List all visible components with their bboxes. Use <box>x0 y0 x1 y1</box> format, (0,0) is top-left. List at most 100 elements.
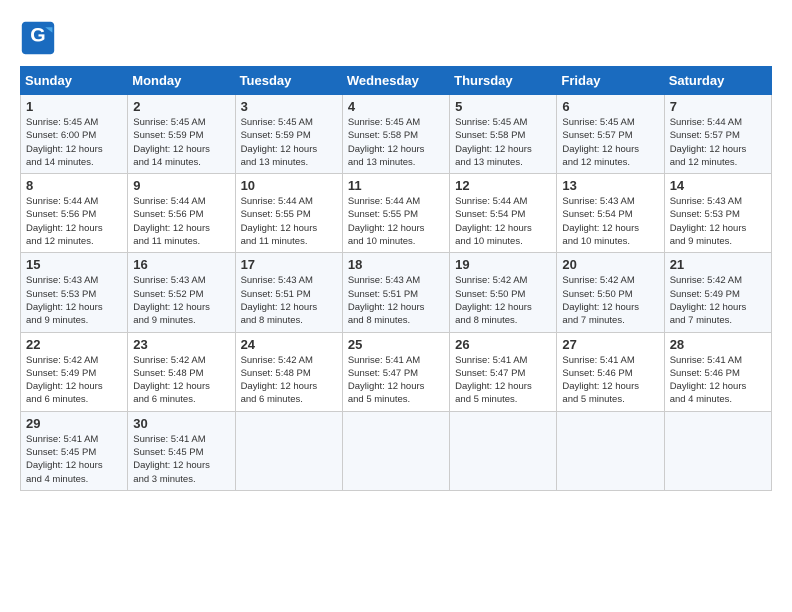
day-info: Sunrise: 5:45 AM Sunset: 5:59 PM Dayligh… <box>241 116 337 169</box>
day-number: 8 <box>26 178 122 193</box>
day-number: 12 <box>455 178 551 193</box>
calendar-week-row: 29 Sunrise: 5:41 AM Sunset: 5:45 PM Dayli… <box>21 411 772 490</box>
weekday-header: Sunday <box>21 67 128 95</box>
calendar-cell: 1 Sunrise: 5:45 AM Sunset: 6:00 PM Daylig… <box>21 95 128 174</box>
weekday-header: Thursday <box>450 67 557 95</box>
calendar-cell: 13 Sunrise: 5:43 AM Sunset: 5:54 PM Dayli… <box>557 174 664 253</box>
day-info: Sunrise: 5:43 AM Sunset: 5:54 PM Dayligh… <box>562 195 658 248</box>
logo-icon: G <box>20 20 56 56</box>
day-number: 1 <box>26 99 122 114</box>
calendar-cell: 19 Sunrise: 5:42 AM Sunset: 5:50 PM Dayli… <box>450 253 557 332</box>
day-number: 20 <box>562 257 658 272</box>
svg-text:G: G <box>30 25 45 47</box>
day-info: Sunrise: 5:44 AM Sunset: 5:55 PM Dayligh… <box>348 195 444 248</box>
day-number: 9 <box>133 178 229 193</box>
day-info: Sunrise: 5:42 AM Sunset: 5:50 PM Dayligh… <box>562 274 658 327</box>
day-info: Sunrise: 5:43 AM Sunset: 5:53 PM Dayligh… <box>670 195 766 248</box>
day-info: Sunrise: 5:45 AM Sunset: 6:00 PM Dayligh… <box>26 116 122 169</box>
day-number: 26 <box>455 337 551 352</box>
day-number: 28 <box>670 337 766 352</box>
calendar-cell: 28 Sunrise: 5:41 AM Sunset: 5:46 PM Dayli… <box>664 332 771 411</box>
calendar-cell: 17 Sunrise: 5:43 AM Sunset: 5:51 PM Dayli… <box>235 253 342 332</box>
weekday-header: Tuesday <box>235 67 342 95</box>
weekday-header: Friday <box>557 67 664 95</box>
day-number: 27 <box>562 337 658 352</box>
day-number: 14 <box>670 178 766 193</box>
calendar-cell <box>342 411 449 490</box>
day-number: 11 <box>348 178 444 193</box>
calendar-cell: 20 Sunrise: 5:42 AM Sunset: 5:50 PM Dayli… <box>557 253 664 332</box>
calendar-cell: 4 Sunrise: 5:45 AM Sunset: 5:58 PM Daylig… <box>342 95 449 174</box>
calendar-week-row: 15 Sunrise: 5:43 AM Sunset: 5:53 PM Dayli… <box>21 253 772 332</box>
day-info: Sunrise: 5:43 AM Sunset: 5:53 PM Dayligh… <box>26 274 122 327</box>
calendar-week-row: 22 Sunrise: 5:42 AM Sunset: 5:49 PM Dayli… <box>21 332 772 411</box>
calendar-cell: 6Sunrise: 5:45 AM Sunset: 5:57 PM Daylig… <box>557 95 664 174</box>
calendar-cell: 18 Sunrise: 5:43 AM Sunset: 5:51 PM Dayli… <box>342 253 449 332</box>
day-number: 21 <box>670 257 766 272</box>
day-info: Sunrise: 5:44 AM Sunset: 5:56 PM Dayligh… <box>133 195 229 248</box>
calendar-cell: 15 Sunrise: 5:43 AM Sunset: 5:53 PM Dayli… <box>21 253 128 332</box>
calendar-cell: 11 Sunrise: 5:44 AM Sunset: 5:55 PM Dayli… <box>342 174 449 253</box>
day-number: 22 <box>26 337 122 352</box>
day-number: 30 <box>133 416 229 431</box>
calendar-cell: 3 Sunrise: 5:45 AM Sunset: 5:59 PM Daylig… <box>235 95 342 174</box>
day-number: 19 <box>455 257 551 272</box>
day-info: Sunrise: 5:42 AM Sunset: 5:50 PM Dayligh… <box>455 274 551 327</box>
day-number: 15 <box>26 257 122 272</box>
calendar-week-row: 1 Sunrise: 5:45 AM Sunset: 6:00 PM Daylig… <box>21 95 772 174</box>
day-number: 16 <box>133 257 229 272</box>
calendar-cell: 7 Sunrise: 5:44 AM Sunset: 5:57 PM Daylig… <box>664 95 771 174</box>
calendar-cell: 25 Sunrise: 5:41 AM Sunset: 5:47 PM Dayli… <box>342 332 449 411</box>
calendar-week-row: 8 Sunrise: 5:44 AM Sunset: 5:56 PM Daylig… <box>21 174 772 253</box>
day-info: Sunrise: 5:45 AM Sunset: 5:59 PM Dayligh… <box>133 116 229 169</box>
day-info: Sunrise: 5:44 AM Sunset: 5:55 PM Dayligh… <box>241 195 337 248</box>
day-info: Sunrise: 5:41 AM Sunset: 5:46 PM Dayligh… <box>670 354 766 407</box>
calendar-cell: 2 Sunrise: 5:45 AM Sunset: 5:59 PM Daylig… <box>128 95 235 174</box>
calendar-cell <box>450 411 557 490</box>
day-number: 10 <box>241 178 337 193</box>
day-number: 3 <box>241 99 337 114</box>
day-info: Sunrise: 5:44 AM Sunset: 5:54 PM Dayligh… <box>455 195 551 248</box>
day-info: Sunrise: 5:42 AM Sunset: 5:49 PM Dayligh… <box>670 274 766 327</box>
day-number: 25 <box>348 337 444 352</box>
calendar-cell: 5 Sunrise: 5:45 AM Sunset: 5:58 PM Daylig… <box>450 95 557 174</box>
day-number: 2 <box>133 99 229 114</box>
day-info: Sunrise: 5:41 AM Sunset: 5:45 PM Dayligh… <box>133 433 229 486</box>
day-number: 5 <box>455 99 551 114</box>
weekday-header-row: SundayMondayTuesdayWednesdayThursdayFrid… <box>21 67 772 95</box>
day-info: Sunrise: 5:41 AM Sunset: 5:45 PM Dayligh… <box>26 433 122 486</box>
calendar-cell: 9 Sunrise: 5:44 AM Sunset: 5:56 PM Daylig… <box>128 174 235 253</box>
calendar-cell: 29 Sunrise: 5:41 AM Sunset: 5:45 PM Dayli… <box>21 411 128 490</box>
day-info: Sunrise: 5:43 AM Sunset: 5:51 PM Dayligh… <box>241 274 337 327</box>
day-info: Sunrise: 5:45 AM Sunset: 5:58 PM Dayligh… <box>455 116 551 169</box>
calendar-cell: 16Sunrise: 5:43 AM Sunset: 5:52 PM Dayli… <box>128 253 235 332</box>
day-number: 17 <box>241 257 337 272</box>
day-number: 29 <box>26 416 122 431</box>
calendar-cell <box>664 411 771 490</box>
calendar-cell: 10 Sunrise: 5:44 AM Sunset: 5:55 PM Dayli… <box>235 174 342 253</box>
weekday-header: Monday <box>128 67 235 95</box>
day-info: Sunrise: 5:44 AM Sunset: 5:57 PM Dayligh… <box>670 116 766 169</box>
calendar-cell: 30 Sunrise: 5:41 AM Sunset: 5:45 PM Dayli… <box>128 411 235 490</box>
day-info: Sunrise: 5:41 AM Sunset: 5:47 PM Dayligh… <box>348 354 444 407</box>
day-number: 13 <box>562 178 658 193</box>
day-number: 7 <box>670 99 766 114</box>
day-info: Sunrise: 5:45 AM Sunset: 5:58 PM Dayligh… <box>348 116 444 169</box>
day-info: Sunrise: 5:42 AM Sunset: 5:48 PM Dayligh… <box>133 354 229 407</box>
day-info: Sunrise: 5:42 AM Sunset: 5:49 PM Dayligh… <box>26 354 122 407</box>
weekday-header: Wednesday <box>342 67 449 95</box>
day-number: 4 <box>348 99 444 114</box>
calendar-table: SundayMondayTuesdayWednesdayThursdayFrid… <box>20 66 772 491</box>
logo: G <box>20 20 62 56</box>
day-number: 6 <box>562 99 658 114</box>
calendar-cell: 27 Sunrise: 5:41 AM Sunset: 5:46 PM Dayli… <box>557 332 664 411</box>
calendar-cell <box>235 411 342 490</box>
day-info: Sunrise: 5:41 AM Sunset: 5:46 PM Dayligh… <box>562 354 658 407</box>
day-info: Sunrise: 5:43 AM Sunset: 5:51 PM Dayligh… <box>348 274 444 327</box>
day-info: Sunrise: 5:42 AM Sunset: 5:48 PM Dayligh… <box>241 354 337 407</box>
weekday-header: Saturday <box>664 67 771 95</box>
day-number: 18 <box>348 257 444 272</box>
calendar-cell: 26Sunrise: 5:41 AM Sunset: 5:47 PM Dayli… <box>450 332 557 411</box>
day-number: 23 <box>133 337 229 352</box>
calendar-cell: 8Sunrise: 5:44 AM Sunset: 5:56 PM Daylig… <box>21 174 128 253</box>
